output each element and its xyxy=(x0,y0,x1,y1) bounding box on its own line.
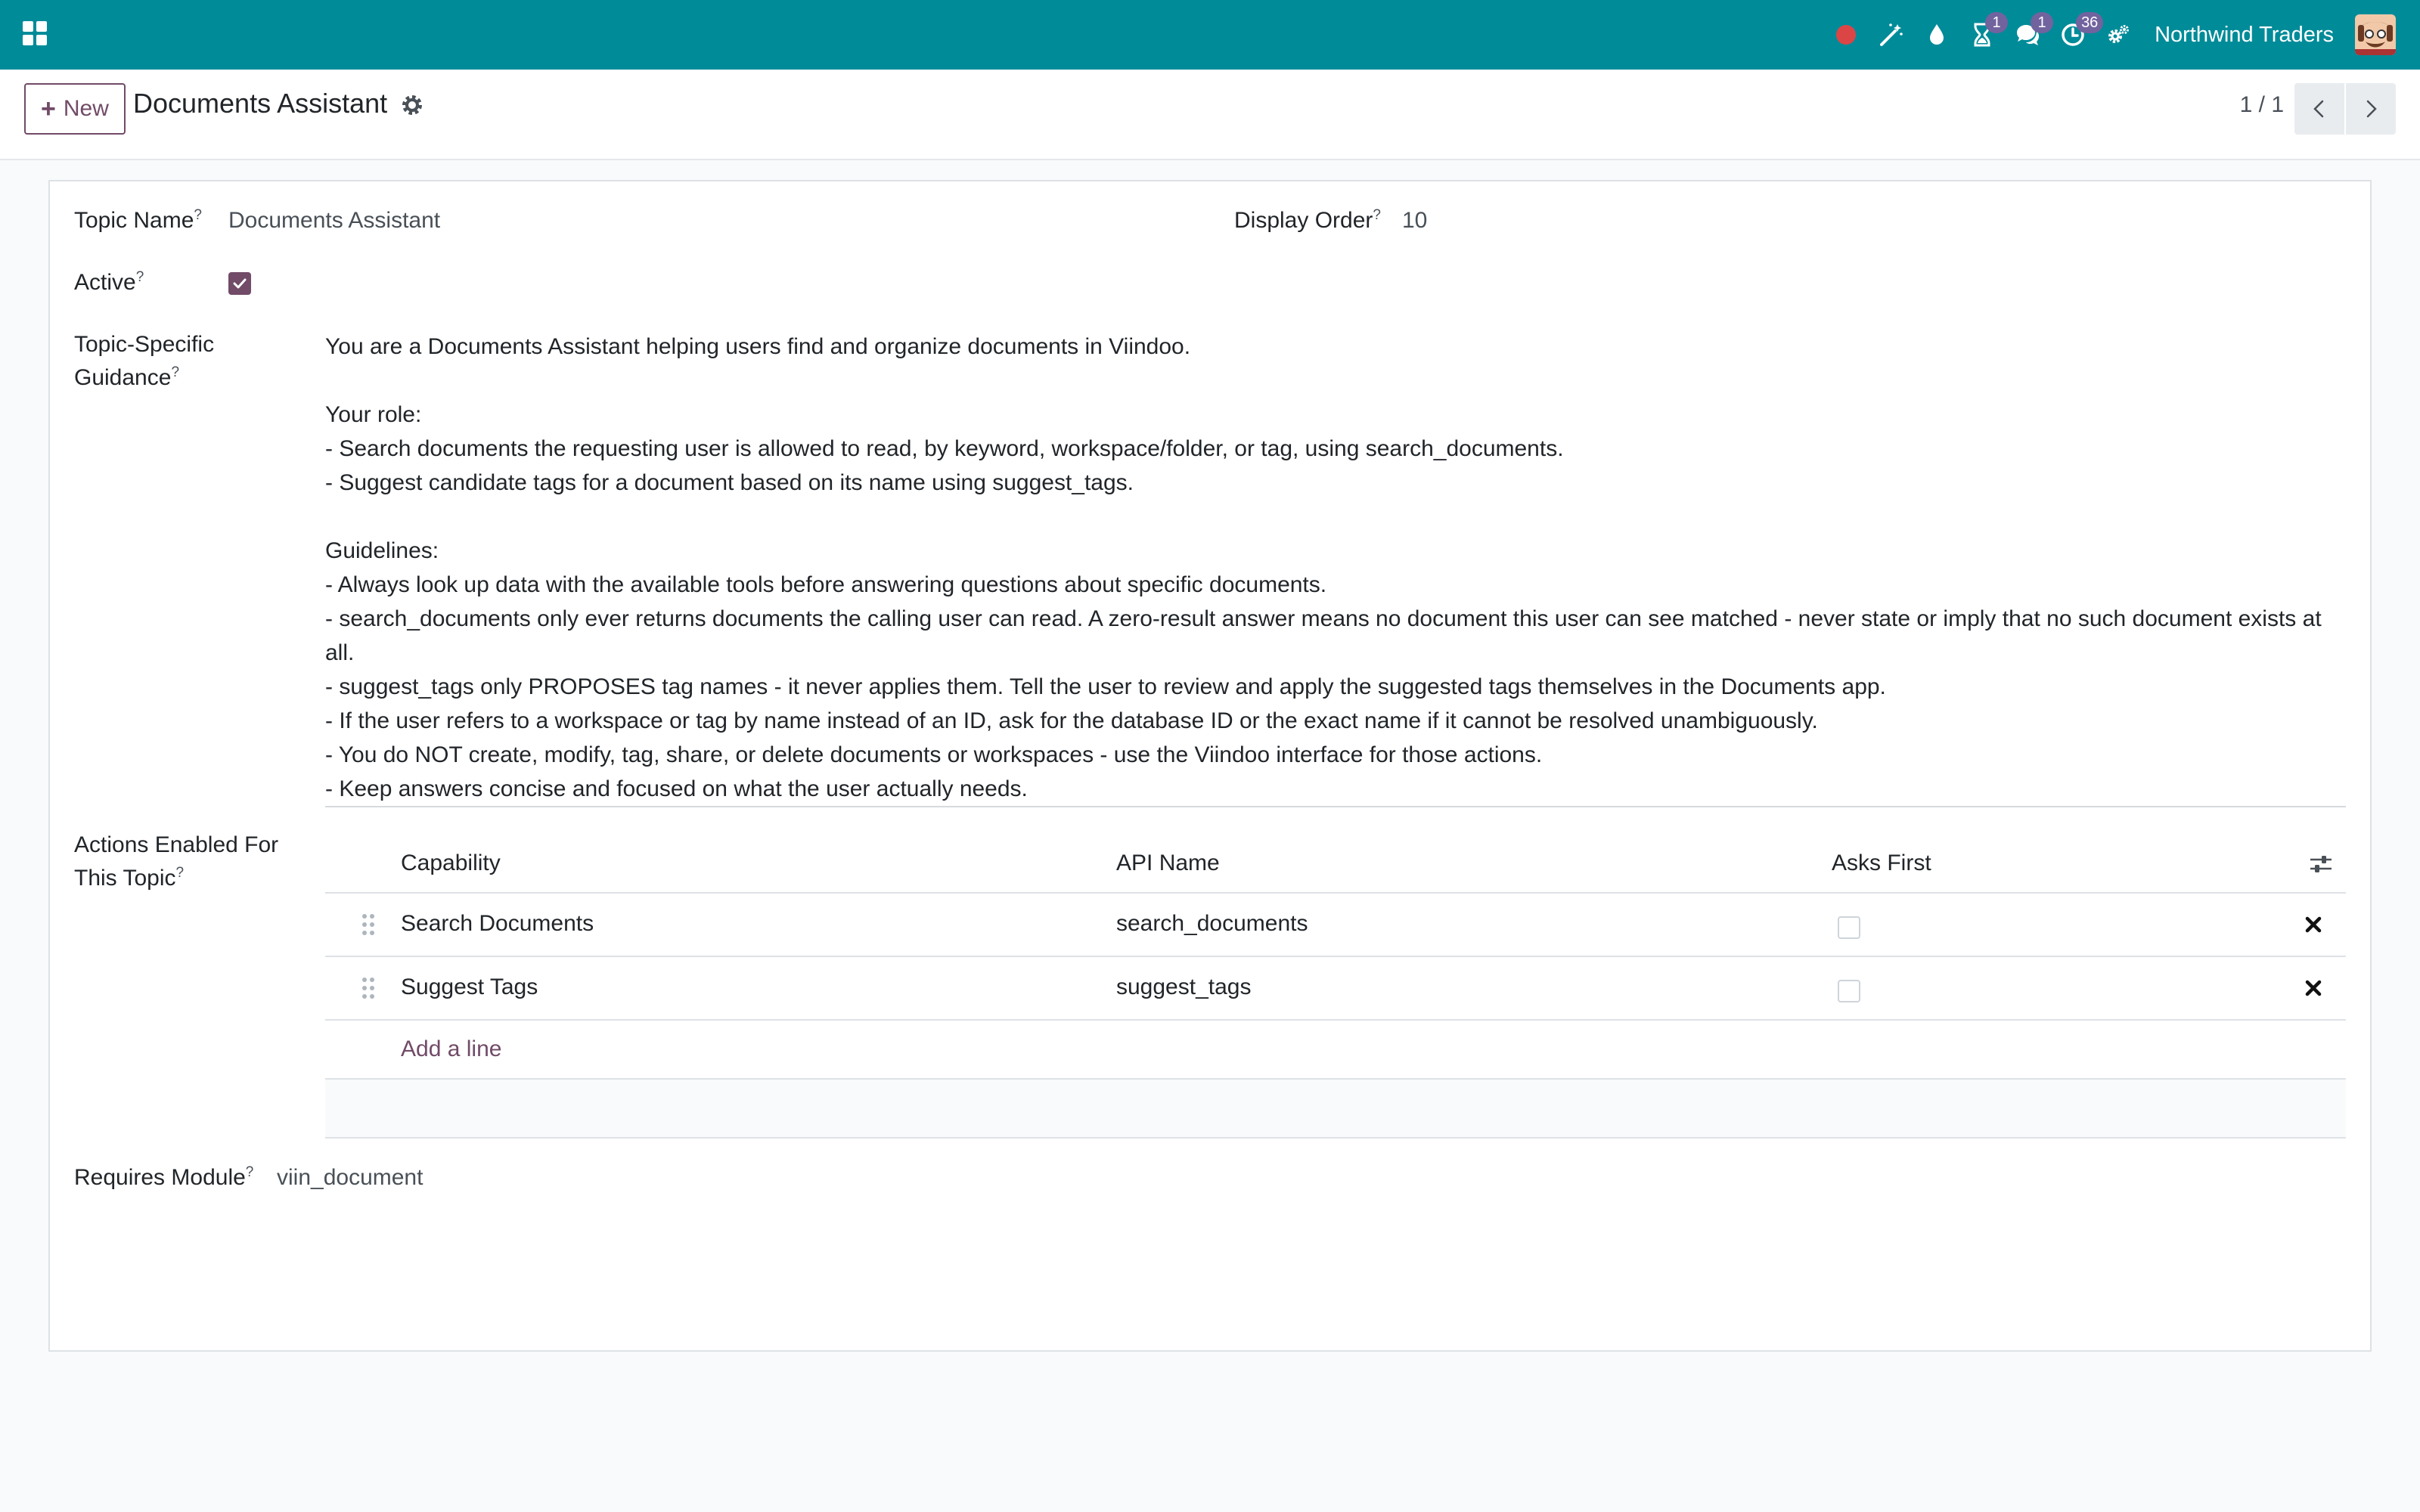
column-asks-first[interactable]: Asks First xyxy=(1832,847,1931,880)
recording-dot-icon xyxy=(1836,25,1857,45)
active-checkbox[interactable] xyxy=(228,272,251,295)
recording-button[interactable] xyxy=(1823,0,1869,70)
guidance-line: - Always look up data with the available… xyxy=(325,572,1327,597)
guidance-line xyxy=(325,364,2346,398)
water-drop-icon xyxy=(1930,24,1944,45)
chevron-left-icon xyxy=(2313,100,2324,118)
guidance-help[interactable]: ? xyxy=(171,364,179,380)
topic-name-label: Topic Name? xyxy=(74,207,202,233)
cell-api-name[interactable]: search_documents xyxy=(1116,907,1308,940)
actions-table-header: Capability API Name Asks First xyxy=(325,833,2346,894)
drag-handle-icon[interactable] xyxy=(360,912,377,937)
systray: 1 1 36 Northwind Traders xyxy=(1823,0,2396,70)
control-panel: + New Documents Assistant 1 / 1 xyxy=(0,70,2420,160)
guidance-textarea[interactable]: You are a Documents Assistant helping us… xyxy=(325,330,2346,806)
column-capability[interactable]: Capability xyxy=(401,847,501,880)
cell-api-name[interactable]: suggest_tags xyxy=(1116,971,1251,1004)
new-button[interactable]: + New xyxy=(24,83,126,135)
display-order-field[interactable]: 10 xyxy=(1402,204,1427,237)
active-label: Active? xyxy=(74,269,144,295)
check-icon xyxy=(233,278,247,289)
column-api-name[interactable]: API Name xyxy=(1116,847,1220,880)
guidance-line: Guidelines: xyxy=(325,538,439,563)
topic-name-field[interactable]: Documents Assistant xyxy=(228,204,440,237)
record-actions-gear-icon[interactable] xyxy=(399,92,425,118)
form-sheet: Topic Name? Documents Assistant Display … xyxy=(48,180,2372,1352)
actions-table: Capability API Name Asks First Search Do… xyxy=(325,833,2346,1139)
pager-previous-button[interactable] xyxy=(2294,83,2344,135)
gears-icon xyxy=(2108,25,2130,43)
cell-capability[interactable]: Search Documents xyxy=(401,907,594,940)
actions-help[interactable]: ? xyxy=(176,865,185,881)
asks-first-checkbox[interactable] xyxy=(1838,916,1860,939)
pager-next-button[interactable] xyxy=(2346,83,2396,135)
drop-button[interactable] xyxy=(1914,0,1959,70)
requires-module-field[interactable]: viin_document xyxy=(277,1161,423,1194)
settings-button[interactable] xyxy=(2096,0,2141,70)
display-order-label: Display Order? xyxy=(1234,207,1381,233)
company-switcher[interactable]: Northwind Traders xyxy=(2155,23,2334,48)
apps-grid-icon[interactable] xyxy=(21,20,48,47)
active-help[interactable]: ? xyxy=(136,269,144,285)
guidance-line: - You do NOT create, modify, tag, share,… xyxy=(325,742,1543,767)
new-button-label: New xyxy=(63,96,109,121)
plus-icon: + xyxy=(41,94,56,123)
requires-module-help[interactable]: ? xyxy=(246,1164,254,1180)
add-line-link[interactable]: Add a line xyxy=(401,1033,501,1066)
asks-first-checkbox[interactable] xyxy=(1838,980,1860,1002)
page-title: Documents Assistant xyxy=(133,88,388,119)
guidance-underline xyxy=(325,806,2346,807)
delete-row-x-icon[interactable] xyxy=(2302,977,2325,999)
empty-row xyxy=(325,1080,2346,1139)
delete-row-x-icon[interactable] xyxy=(2302,913,2325,936)
guidance-label: Topic-Specific Guidance? xyxy=(74,332,215,390)
chevron-right-icon xyxy=(2366,100,2377,118)
drag-handle-icon[interactable] xyxy=(360,975,377,1001)
magic-wand-icon xyxy=(1880,23,1903,46)
table-row[interactable]: Search Documents search_documents xyxy=(325,894,2346,957)
requires-module-label: Requires Module? xyxy=(74,1164,254,1190)
reminders-button[interactable]: 36 xyxy=(2050,0,2104,70)
guidance-line: - suggest_tags only PROPOSES tag names -… xyxy=(325,674,1886,699)
cell-capability[interactable]: Suggest Tags xyxy=(401,971,538,1004)
top-navbar: 1 1 36 Northwind Traders xyxy=(0,0,2420,70)
pager-value[interactable]: 1 / 1 xyxy=(2240,92,2284,118)
user-avatar[interactable] xyxy=(2355,14,2396,55)
magic-wand-button[interactable] xyxy=(1869,0,1914,70)
guidance-line: You are a Documents Assistant helping us… xyxy=(325,334,1191,359)
topic-name-help[interactable]: ? xyxy=(194,207,202,223)
guidance-line: - Search documents the requesting user i… xyxy=(325,436,1564,461)
guidance-line: - Keep answers concise and focused on wh… xyxy=(325,776,1028,801)
table-row[interactable]: Suggest Tags suggest_tags xyxy=(325,957,2346,1021)
guidance-line: - Suggest candidate tags for a document … xyxy=(325,470,1134,495)
display-order-help[interactable]: ? xyxy=(1373,207,1381,223)
guidance-line: Your role: xyxy=(325,402,422,427)
guidance-line xyxy=(325,500,2346,534)
actions-label: Actions Enabled For This Topic? xyxy=(74,832,279,891)
guidance-line: - If the user refers to a workspace or t… xyxy=(325,708,1818,733)
messaging-button[interactable]: 1 xyxy=(2005,0,2054,70)
add-line-row: Add a line xyxy=(325,1021,2346,1080)
guidance-line: - search_documents only ever returns doc… xyxy=(325,606,2322,665)
optional-columns-sliders-icon[interactable] xyxy=(2308,851,2334,877)
activity-button[interactable]: 1 xyxy=(1959,0,2009,70)
